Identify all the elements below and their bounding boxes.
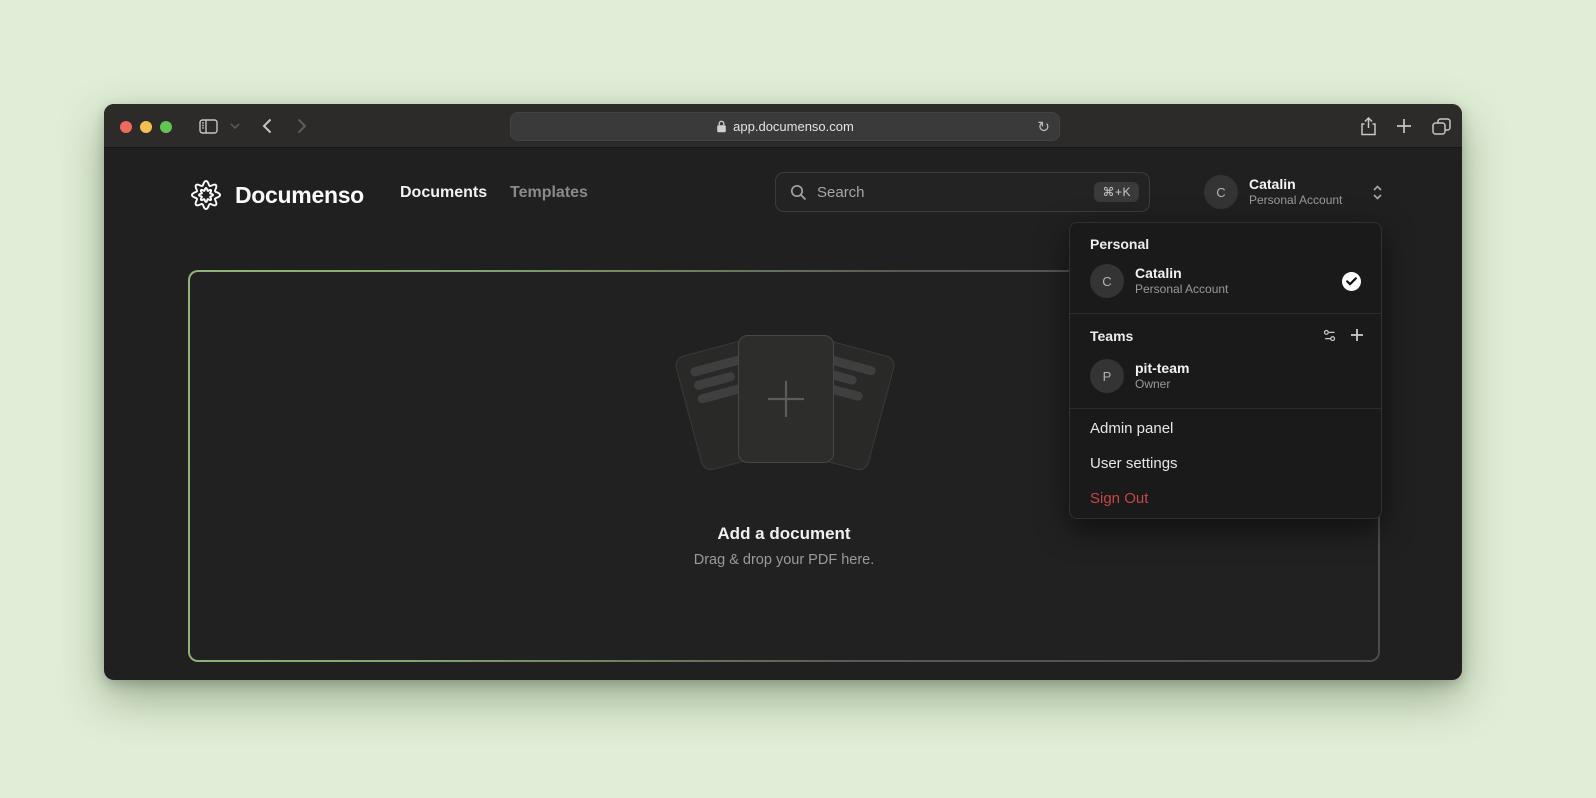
account-avatar: C — [1204, 175, 1238, 209]
address-bar[interactable]: app.documenso.com ↻ — [510, 112, 1060, 141]
personal-account-name: Catalin — [1135, 265, 1228, 282]
search-placeholder: Search — [817, 184, 1094, 201]
team-role: Owner — [1135, 377, 1189, 392]
nav-documents[interactable]: Documents — [400, 184, 487, 202]
selected-check-icon — [1342, 272, 1361, 291]
team-name: pit-team — [1135, 360, 1189, 377]
account-subtitle: Personal Account — [1249, 193, 1342, 208]
nav-templates[interactable]: Templates — [510, 184, 588, 202]
account-name: Catalin — [1249, 176, 1342, 193]
team-item[interactable]: P pit-team Owner — [1083, 355, 1368, 397]
account-menu-trigger[interactable]: C Catalin Personal Account — [1204, 171, 1384, 213]
reload-icon[interactable]: ↻ — [1037, 113, 1050, 140]
teams-section-label: Teams — [1090, 328, 1133, 344]
menu-divider — [1070, 313, 1381, 314]
minimize-window-button[interactable] — [140, 121, 152, 133]
search-shortcut-badge: ⌘+K — [1094, 182, 1139, 202]
add-document-card[interactable] — [738, 335, 834, 463]
forward-button[interactable] — [291, 104, 313, 148]
tab-overview-icon[interactable] — [1428, 104, 1454, 148]
browser-window: app.documenso.com ↻ Docum — [104, 104, 1462, 680]
plus-icon — [762, 375, 810, 423]
team-avatar: P — [1090, 359, 1124, 393]
brand[interactable]: Documenso — [188, 174, 364, 216]
personal-account-subtitle: Personal Account — [1135, 282, 1228, 297]
new-tab-icon[interactable] — [1392, 104, 1416, 148]
menu-item-admin-panel[interactable]: Admin panel — [1090, 420, 1173, 437]
sidebar-chevron-down-icon[interactable] — [228, 104, 242, 148]
brand-name: Documenso — [235, 182, 364, 209]
document-stack-illustration — [660, 353, 912, 505]
close-window-button[interactable] — [120, 121, 132, 133]
search-icon — [790, 184, 807, 201]
url-text: app.documenso.com — [733, 119, 854, 134]
personal-account-avatar: C — [1090, 264, 1124, 298]
menu-item-user-settings[interactable]: User settings — [1090, 455, 1178, 472]
personal-account-item[interactable]: C Catalin Personal Account — [1083, 260, 1368, 302]
sidebar-toggle-icon[interactable] — [196, 104, 220, 148]
share-icon[interactable] — [1356, 104, 1380, 148]
zoom-window-button[interactable] — [160, 121, 172, 133]
account-dropdown-menu: Personal C Catalin Personal Account Team… — [1069, 222, 1382, 519]
browser-toolbar: app.documenso.com ↻ — [104, 104, 1462, 148]
manage-teams-icon[interactable] — [1322, 328, 1337, 343]
add-team-icon[interactable] — [1350, 328, 1364, 343]
search-input[interactable]: Search ⌘+K — [775, 172, 1150, 212]
dropzone-subtitle: Drag & drop your PDF here. — [190, 552, 1378, 568]
chevrons-up-down-icon — [1371, 184, 1384, 201]
menu-item-sign-out[interactable]: Sign Out — [1090, 490, 1148, 507]
personal-section-label: Personal — [1090, 236, 1149, 252]
lock-icon — [716, 120, 727, 133]
back-button[interactable] — [256, 104, 278, 148]
menu-divider — [1070, 408, 1381, 409]
documenso-logo-icon — [188, 177, 224, 213]
dropzone-title: Add a document — [190, 524, 1378, 544]
